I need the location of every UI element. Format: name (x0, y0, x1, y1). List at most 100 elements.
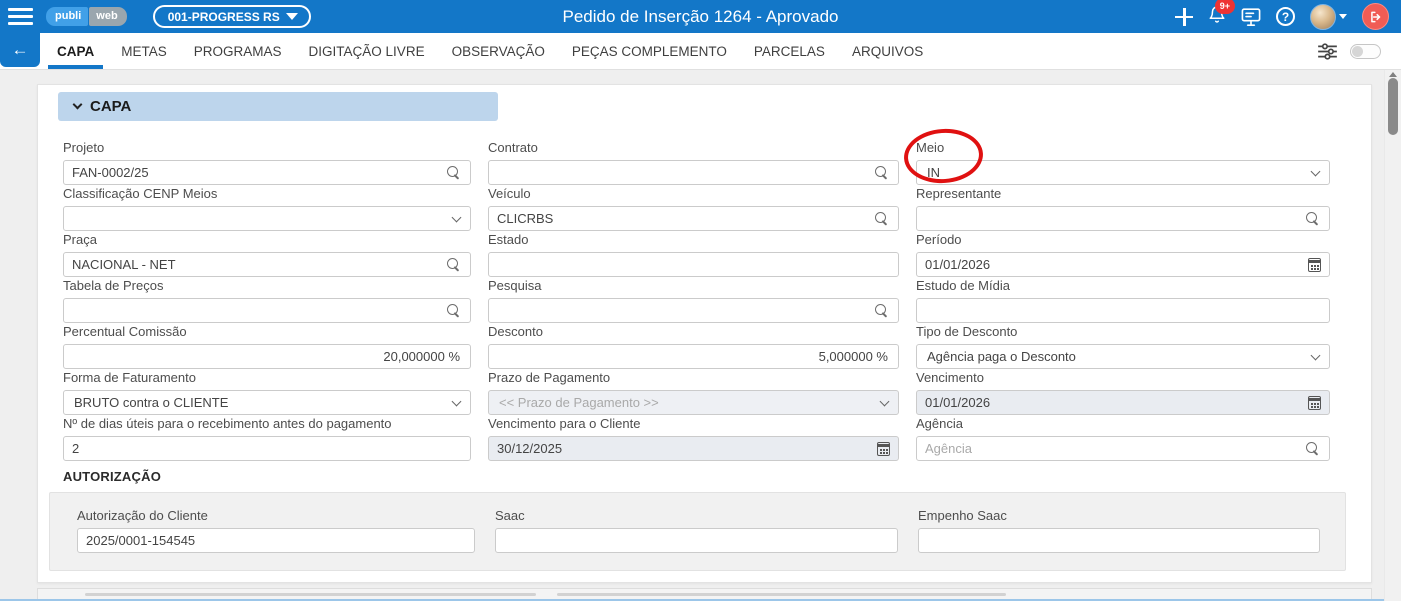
vencimento-cliente-input[interactable] (489, 437, 898, 460)
projeto-input[interactable] (64, 161, 470, 184)
company-selector-dropdown[interactable]: 001-PROGRESS RS (152, 5, 311, 28)
tab-observacao[interactable]: OBSERVAÇÃO (452, 33, 545, 69)
desconto-input[interactable] (489, 345, 898, 368)
saac-control (495, 528, 898, 553)
help-icon[interactable]: ? (1276, 7, 1295, 26)
estudo-midia-control (916, 298, 1330, 323)
percentual-comissao-control (63, 344, 471, 369)
praca-control (63, 252, 471, 277)
search-icon[interactable] (875, 304, 889, 318)
estudo-midia-input[interactable] (917, 299, 1329, 322)
field-pesquisa: Pesquisa (488, 278, 899, 323)
scroll-up-arrow-icon[interactable] (1389, 72, 1397, 77)
veiculo-input[interactable] (489, 207, 898, 230)
chevron-down-icon (451, 396, 462, 406)
meio-select[interactable]: IN (916, 160, 1330, 185)
empenho-saac-input[interactable] (919, 529, 1319, 552)
chevron-down-icon (879, 396, 890, 406)
field-desconto: Desconto (488, 324, 899, 369)
tipo-desconto-select[interactable]: Agência paga o Desconto (916, 344, 1330, 369)
calendar-icon[interactable] (1308, 396, 1321, 410)
user-menu[interactable] (1310, 3, 1347, 30)
veiculo-label: Veículo (488, 186, 531, 201)
saac-label: Saac (495, 508, 525, 523)
search-icon[interactable] (447, 304, 461, 318)
add-icon[interactable] (1175, 7, 1193, 26)
agencia-input[interactable] (917, 437, 1329, 460)
autorizacao-cliente-control (77, 528, 475, 553)
divider (557, 593, 1006, 596)
forma-faturamento-select[interactable]: BRUTO contra o CLIENTE (63, 390, 471, 415)
saac-input[interactable] (496, 529, 897, 552)
tabela-precos-input[interactable] (64, 299, 470, 322)
praca-input[interactable] (64, 253, 470, 276)
filter-sliders-icon[interactable] (1317, 42, 1338, 60)
dias-uteis-input[interactable] (64, 437, 470, 460)
field-representante: Representante (916, 186, 1330, 231)
field-prazo-pagamento: Prazo de Pagamento << Prazo de Pagamento… (488, 370, 899, 415)
tab-parcelas[interactable]: PARCELAS (754, 33, 825, 69)
empenho-saac-control (918, 528, 1320, 553)
company-selector-value: 001-PROGRESS RS (167, 9, 280, 24)
tab-pecas-complemento[interactable]: PEÇAS COMPLEMENTO (572, 33, 727, 69)
pesquisa-input[interactable] (489, 299, 898, 322)
chevron-down-icon (1310, 166, 1321, 176)
search-icon[interactable] (1306, 442, 1320, 456)
representante-input[interactable] (917, 207, 1329, 230)
tab-arquivos[interactable]: ARQUIVOS (852, 33, 923, 69)
screen-share-icon[interactable] (1241, 7, 1261, 26)
hamburger-menu-icon[interactable] (8, 8, 33, 25)
tab-metas[interactable]: METAS (121, 33, 167, 69)
estado-control (488, 252, 899, 277)
search-icon[interactable] (875, 212, 889, 226)
vencimento-cliente-label: Vencimento para o Cliente (488, 416, 641, 431)
logo-publi: publi (46, 7, 89, 26)
calendar-icon[interactable] (877, 442, 890, 456)
tab-capa[interactable]: CAPA (47, 33, 104, 69)
prazo-pagamento-select[interactable]: << Prazo de Pagamento >> (488, 390, 899, 415)
caret-down-icon (285, 13, 298, 20)
representante-control (916, 206, 1330, 231)
search-icon[interactable] (1306, 212, 1320, 226)
field-estudo-midia: Estudo de Mídia (916, 278, 1330, 323)
field-tabela-precos: Tabela de Preços (63, 278, 471, 323)
toggle-switch[interactable] (1350, 43, 1381, 59)
agencia-control (916, 436, 1330, 461)
contrato-input[interactable] (489, 161, 898, 184)
tab-programas[interactable]: PROGRAMAS (194, 33, 282, 69)
autorizacao-panel: Autorização do Cliente Saac Empenho Saac (49, 492, 1346, 571)
percentual-comissao-label: Percentual Comissão (63, 324, 187, 339)
vencimento-input[interactable] (917, 391, 1329, 414)
estado-input[interactable] (489, 253, 898, 276)
forma-faturamento-value: BRUTO contra o CLIENTE (74, 395, 229, 410)
periodo-input[interactable] (917, 253, 1329, 276)
search-icon[interactable] (447, 258, 461, 272)
tab-digitacao-livre[interactable]: DIGITAÇÃO LIVRE (309, 33, 425, 69)
notification-badge: 9+ (1214, 0, 1235, 14)
search-icon[interactable] (875, 166, 889, 180)
estado-label: Estado (488, 232, 529, 247)
notifications-bell-icon[interactable]: 9+ (1208, 0, 1235, 29)
capa-form-grid: Projeto Contrato Meio IN (63, 140, 1371, 461)
scrollbar-thumb[interactable] (1388, 78, 1398, 135)
autorizacao-section-title: AUTORIZAÇÃO (63, 469, 162, 484)
tabs: CAPA METAS PROGRAMAS DIGITAÇÃO LIVRE OBS… (40, 33, 923, 69)
vencimento-control (916, 390, 1330, 415)
user-avatar[interactable] (1310, 3, 1336, 30)
search-icon[interactable] (447, 166, 461, 180)
vencimento-label: Vencimento (916, 370, 984, 385)
calendar-icon[interactable] (1308, 258, 1321, 272)
chevron-down-icon (451, 212, 462, 222)
estudo-midia-label: Estudo de Mídia (916, 278, 1010, 293)
tipo-desconto-value: Agência paga o Desconto (927, 349, 1076, 364)
capa-form-card: CAPA Projeto Contrato Meio (37, 84, 1372, 583)
classificacao-cenp-select[interactable] (63, 206, 471, 231)
autorizacao-cliente-input[interactable] (78, 529, 474, 552)
logout-icon[interactable] (1362, 3, 1389, 30)
vertical-scrollbar[interactable] (1384, 70, 1401, 601)
capa-section-header[interactable]: CAPA (58, 92, 498, 121)
percentual-comissao-input[interactable] (64, 345, 470, 368)
representante-label: Representante (916, 186, 1002, 201)
back-button[interactable]: ← (0, 33, 40, 67)
field-classificacao-cenp: Classificação CENP Meios (63, 186, 471, 231)
